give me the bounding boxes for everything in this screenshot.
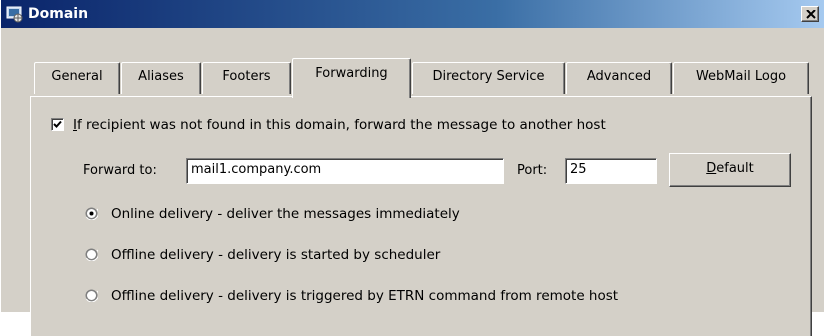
online-delivery-label[interactable]: Online delivery - deliver the messages i… <box>111 205 460 223</box>
offline-scheduler-radio[interactable] <box>85 248 100 262</box>
forward-enable-checkbox[interactable] <box>51 118 64 131</box>
online-delivery-radio[interactable] <box>85 207 100 221</box>
default-button-label: Default <box>706 161 754 176</box>
port-label: Port: <box>517 163 548 178</box>
forward-to-label: Forward to: <box>83 163 157 178</box>
tab-general[interactable]: General <box>34 62 120 94</box>
window-title: Domain <box>28 6 89 22</box>
domain-dialog: Domain General Aliases Footers Forwardin… <box>0 0 824 336</box>
tab-webmail-logo[interactable]: WebMail Logo <box>673 62 809 94</box>
tab-footers[interactable]: Footers <box>202 62 291 94</box>
close-icon <box>806 10 816 19</box>
forward-enable-label[interactable]: If recipient was not found in this domai… <box>73 116 606 134</box>
title-bar[interactable]: Domain <box>1 0 824 28</box>
tab-directory-service[interactable]: Directory Service <box>412 62 565 94</box>
checkmark-icon <box>53 120 62 128</box>
port-input[interactable]: 25 <box>565 158 657 184</box>
forward-to-input[interactable]: mail1.company.com <box>186 158 504 184</box>
close-button[interactable] <box>801 6 819 22</box>
offline-scheduler-label[interactable]: Offline delivery - delivery is started b… <box>111 246 440 264</box>
tab-forwarding[interactable]: Forwarding <box>292 58 411 98</box>
tab-aliases[interactable]: Aliases <box>121 62 201 94</box>
default-button[interactable]: Default <box>669 153 791 187</box>
offline-etrn-label[interactable]: Offline delivery - delivery is triggered… <box>111 287 618 305</box>
domain-window-icon <box>6 5 24 23</box>
offline-etrn-radio[interactable] <box>85 289 100 303</box>
tab-advanced[interactable]: Advanced <box>566 62 672 94</box>
